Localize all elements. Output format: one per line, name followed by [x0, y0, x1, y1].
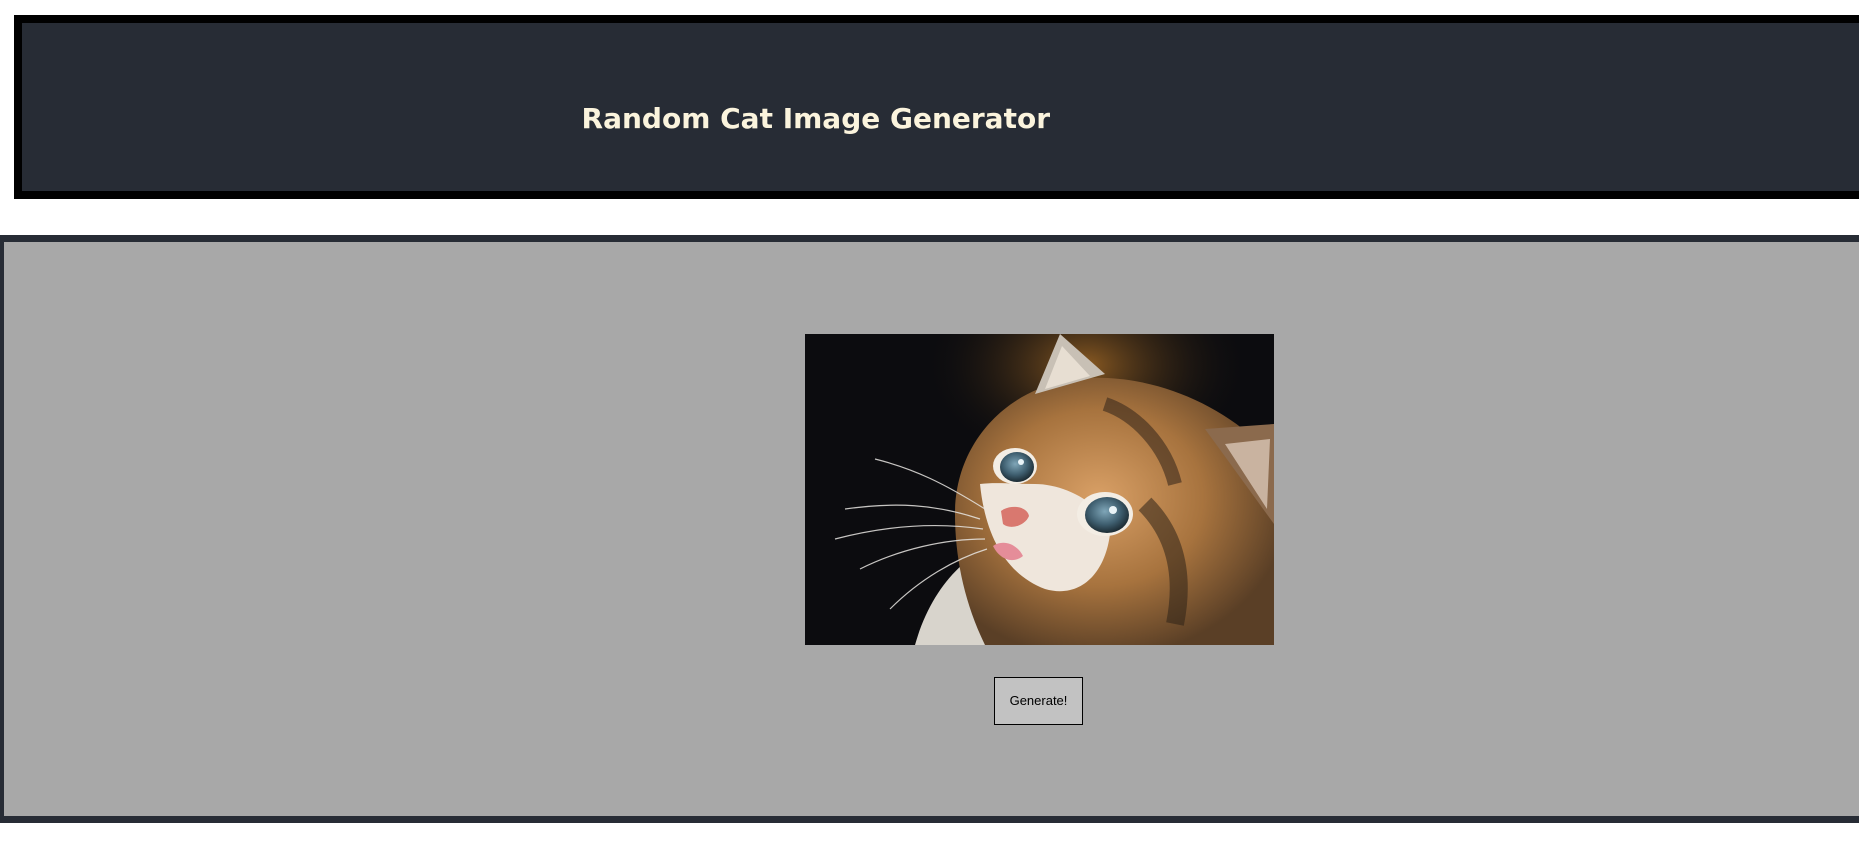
generate-button[interactable]: Generate! — [994, 677, 1083, 725]
cat-image — [805, 334, 1274, 645]
cat-panel: Generate! — [0, 235, 1859, 823]
page-title: Random Cat Image Generator — [581, 102, 1050, 135]
page-header: Random Cat Image Generator — [14, 15, 1859, 199]
